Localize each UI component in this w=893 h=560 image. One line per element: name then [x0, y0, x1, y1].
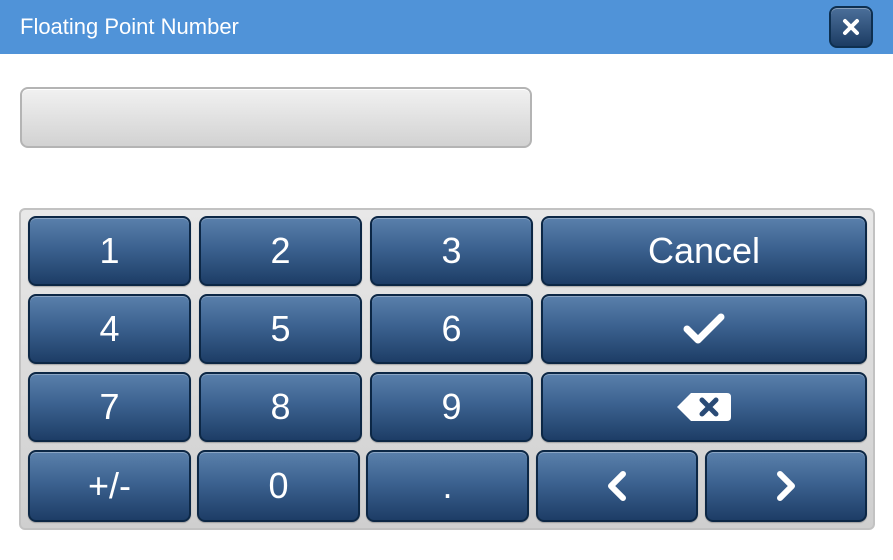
key-9-label: 9 [441, 386, 462, 427]
cancel-button-label: Cancel [647, 230, 761, 271]
floating-point-dialog: Floating Point Number 1 2 3 Cancel 4 5 6… [0, 0, 893, 560]
key-7[interactable]: 7 [28, 372, 191, 442]
cancel-button[interactable]: Cancel [541, 216, 867, 286]
checkmark-icon [683, 313, 725, 344]
key-4[interactable]: 4 [28, 294, 191, 364]
decimal-point-key[interactable]: . [366, 450, 529, 522]
chevron-right-icon [777, 471, 795, 501]
sign-toggle-key[interactable]: +/- [28, 450, 191, 522]
key-5[interactable]: 5 [199, 294, 362, 364]
close-icon [843, 19, 859, 35]
key-8-label: 8 [270, 386, 291, 427]
key-9[interactable]: 9 [370, 372, 533, 442]
cursor-left-button[interactable] [536, 450, 698, 522]
backspace-icon [677, 393, 731, 421]
cursor-right-button[interactable] [705, 450, 867, 522]
key-2[interactable]: 2 [199, 216, 362, 286]
numeric-keypad: 1 2 3 Cancel 4 5 6 7 8 9 +/- 0 . [19, 208, 875, 530]
backspace-button[interactable] [541, 372, 867, 442]
key-0[interactable]: 0 [197, 450, 360, 522]
key-6-label: 6 [441, 308, 462, 349]
number-input-field[interactable] [20, 87, 532, 148]
key-1-label: 1 [99, 230, 120, 271]
title-bar: Floating Point Number [0, 0, 893, 54]
key-7-label: 7 [99, 386, 120, 427]
key-6[interactable]: 6 [370, 294, 533, 364]
sign-toggle-label: +/- [87, 465, 131, 506]
key-8[interactable]: 8 [199, 372, 362, 442]
key-3[interactable]: 3 [370, 216, 533, 286]
chevron-left-icon [608, 471, 626, 501]
key-1[interactable]: 1 [28, 216, 191, 286]
close-button[interactable] [829, 6, 873, 48]
key-5-label: 5 [270, 308, 291, 349]
key-3-label: 3 [441, 230, 462, 271]
dialog-title: Floating Point Number [20, 14, 239, 39]
key-0-label: 0 [268, 465, 289, 506]
decimal-point-label: . [442, 465, 453, 506]
confirm-button[interactable] [541, 294, 867, 364]
key-2-label: 2 [270, 230, 291, 271]
key-4-label: 4 [99, 308, 120, 349]
